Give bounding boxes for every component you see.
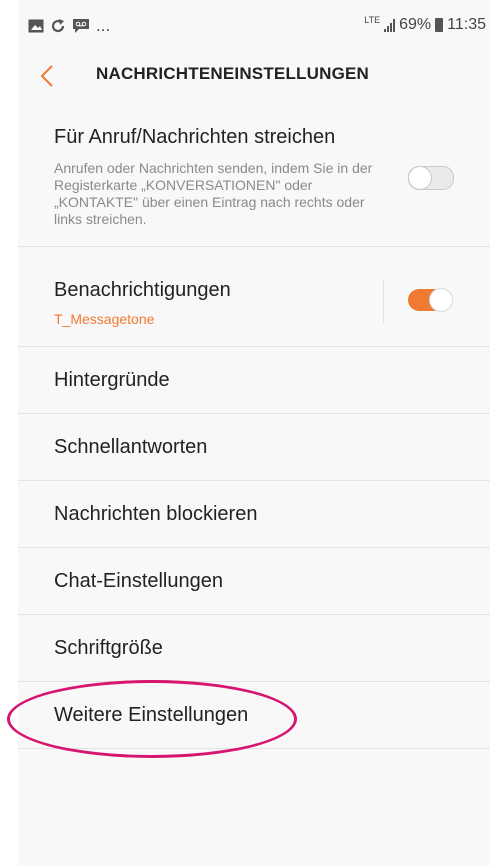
setting-backgrounds[interactable]: Hintergründe bbox=[18, 347, 490, 414]
battery-percent: 69% bbox=[399, 16, 432, 33]
setting-font-size[interactable]: Schriftgröße bbox=[18, 615, 490, 682]
notifications-toggle[interactable] bbox=[408, 288, 453, 312]
status-ellipsis: ... bbox=[96, 16, 111, 35]
swipe-toggle[interactable] bbox=[408, 166, 454, 190]
toggle-divider bbox=[383, 279, 384, 323]
setting-chat[interactable]: Chat-Einstellungen bbox=[18, 548, 490, 615]
setting-font-size-title: Schriftgröße bbox=[54, 637, 163, 659]
setting-notifications-title: Benachrichtigungen bbox=[54, 279, 231, 301]
highlight-ellipse bbox=[7, 680, 297, 758]
sync-icon bbox=[51, 19, 65, 33]
setting-notifications-subtitle: T_Messagetone bbox=[54, 311, 155, 327]
status-bar: ... LTE 69% 11:35 bbox=[18, 0, 490, 52]
setting-swipe-description: Anrufen oder Nachrichten senden, indem S… bbox=[54, 160, 373, 227]
setting-block-messages[interactable]: Nachrichten blockieren bbox=[18, 481, 490, 548]
status-right: LTE 69% 11:35 bbox=[364, 14, 486, 34]
toggle-knob bbox=[429, 288, 453, 312]
setting-block-messages-title: Nachrichten blockieren bbox=[54, 503, 258, 525]
page-title: NACHRICHTENEINSTELLUNGEN bbox=[96, 64, 370, 83]
back-button[interactable] bbox=[40, 58, 54, 94]
toggle-knob bbox=[408, 166, 432, 190]
setting-swipe-title: Für Anruf/Nachrichten streichen bbox=[54, 126, 336, 148]
setting-quick-responses[interactable]: Schnellantworten bbox=[18, 414, 490, 481]
battery-icon bbox=[435, 18, 444, 32]
setting-quick-responses-title: Schnellantworten bbox=[54, 436, 208, 458]
voicemail-icon bbox=[73, 19, 89, 33]
chevron-left-icon bbox=[40, 65, 53, 87]
status-left: ... bbox=[28, 16, 110, 36]
setting-notifications[interactable]: Benachrichtigungen T_Messagetone bbox=[18, 247, 490, 347]
setting-backgrounds-title: Hintergründe bbox=[54, 369, 170, 391]
image-icon bbox=[28, 19, 44, 33]
app-header: NACHRICHTENEINSTELLUNGEN bbox=[18, 52, 490, 98]
network-type: LTE bbox=[364, 14, 381, 25]
signal-icon bbox=[384, 18, 396, 32]
setting-chat-title: Chat-Einstellungen bbox=[54, 570, 223, 592]
clock: 11:35 bbox=[447, 16, 486, 33]
setting-swipe[interactable]: Für Anruf/Nachrichten streichen Anrufen … bbox=[18, 98, 490, 247]
